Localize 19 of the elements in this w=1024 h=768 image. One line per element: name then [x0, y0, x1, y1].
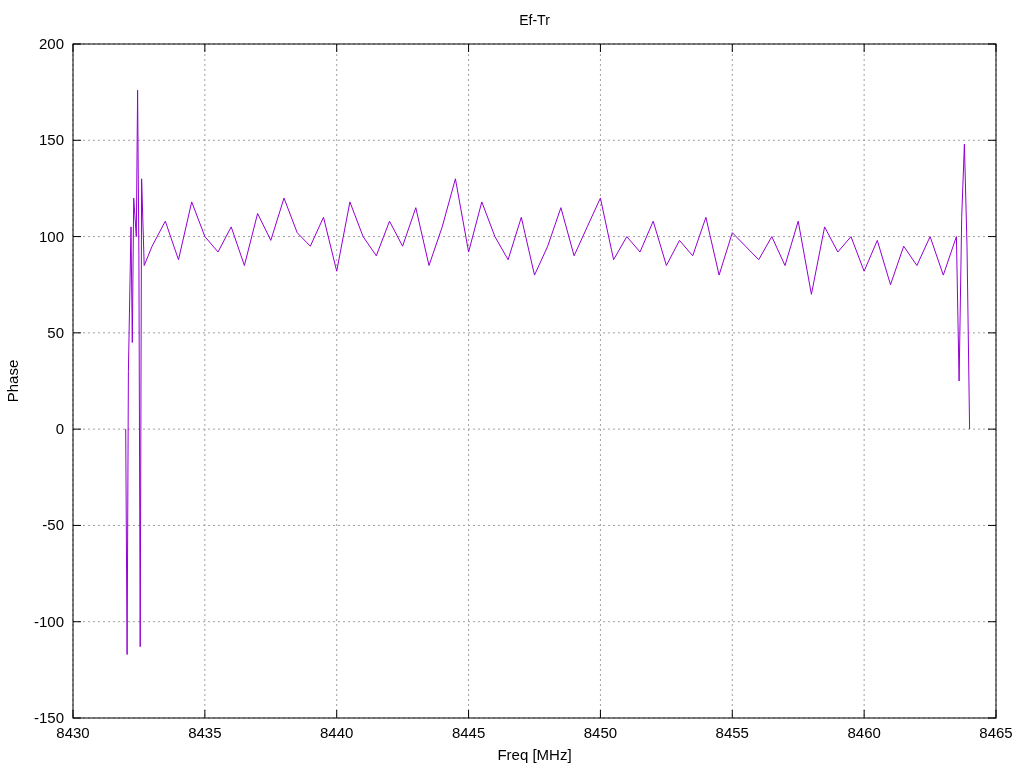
- y-tick-label: -150: [33, 709, 64, 726]
- x-tick-label: 8460: [847, 724, 881, 741]
- x-tick-label: 8465: [979, 724, 1013, 741]
- x-axis-label: Freq [MHz]: [497, 746, 572, 763]
- x-tick-label: 8440: [320, 724, 354, 741]
- x-tick-label: 8455: [715, 724, 749, 741]
- x-tick-label: 8430: [56, 724, 90, 741]
- y-tick-label: -50: [42, 516, 64, 534]
- y-tick-label: 0: [55, 420, 64, 438]
- x-tick-label: 8435: [188, 724, 222, 741]
- y-tick-label: 50: [47, 323, 64, 341]
- y-tick-label: 200: [38, 35, 64, 52]
- x-tick-label: 8450: [583, 724, 618, 741]
- chart-title: Ef-Tr: [519, 12, 550, 28]
- x-tick-label: 8445: [451, 724, 486, 741]
- y-tick-label: -100: [33, 612, 64, 630]
- y-tick-label: 100: [38, 227, 64, 245]
- y-tick-label: 150: [38, 131, 64, 149]
- y-axis-label: Phase: [4, 359, 21, 403]
